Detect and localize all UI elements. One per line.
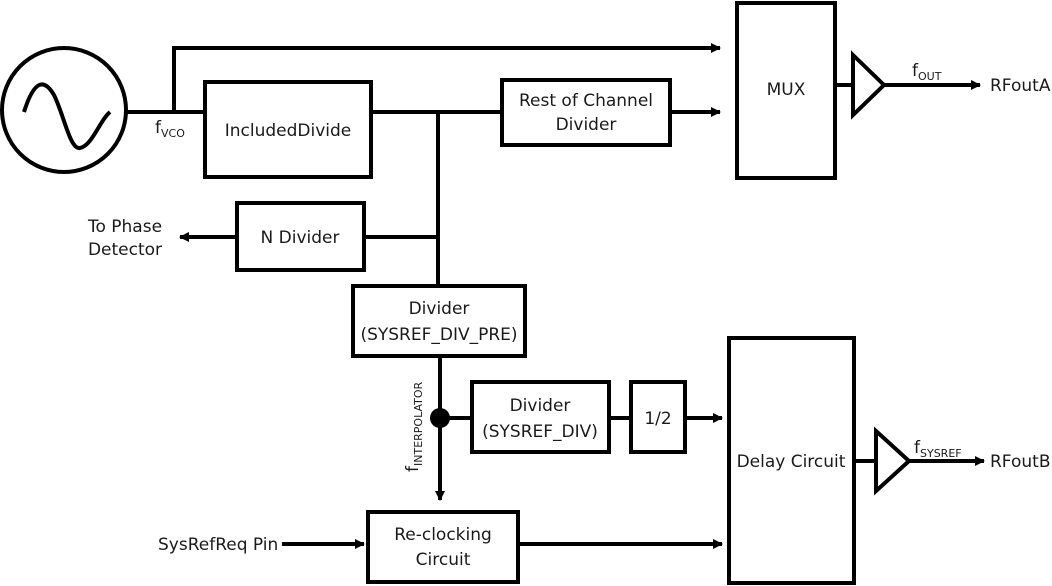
included-divide-label: IncludedDivide [225, 121, 352, 141]
delay-circuit-label: Delay Circuit [737, 452, 846, 472]
block-diagram: IncludedDivide Rest of Channel Divider M… [0, 1, 1051, 585]
n-divider-label: N Divider [261, 228, 340, 248]
interpolator-node [430, 408, 450, 428]
fsysref-label: fSYSREF [914, 438, 962, 460]
rest-channel-label-2: Divider [556, 115, 617, 135]
fout-label: fOUT [912, 61, 942, 83]
sysref-div-label-1: Divider [510, 396, 571, 416]
amplifier-a-icon [851, 50, 887, 120]
rest-channel-label-1: Rest of Channel [519, 91, 653, 111]
mux-label: MUX [767, 80, 806, 100]
reclock-label-2: Circuit [416, 550, 471, 570]
sysref-div-pre-block [351, 284, 527, 358]
phase-detector-label-2: Detector [88, 240, 162, 260]
fvco-label: fVCO [155, 118, 185, 140]
sysrefreq-label: SysRefReq Pin [158, 535, 278, 555]
reclocking-circuit-block [366, 510, 520, 584]
sysref-div-pre-label-2: (SYSREF_DIV_PRE) [360, 325, 517, 345]
rfoutb-label: RFoutB [990, 452, 1051, 472]
reclock-label-1: Re-clocking [394, 525, 492, 545]
sysref-div-label-2: (SYSREF_DIV) [482, 422, 598, 442]
rest-of-channel-divider-block [500, 78, 672, 147]
sysref-div-pre-label-1: Divider [409, 299, 470, 319]
vco-oscillator [0, 46, 128, 174]
rfouta-label: RFoutA [990, 76, 1051, 96]
finterpolator-label: fINTERPOLATOR [403, 381, 425, 472]
half-label: 1/2 [644, 409, 671, 429]
amplifier-b-icon [874, 426, 912, 496]
phase-detector-label-1: To Phase [87, 217, 162, 237]
